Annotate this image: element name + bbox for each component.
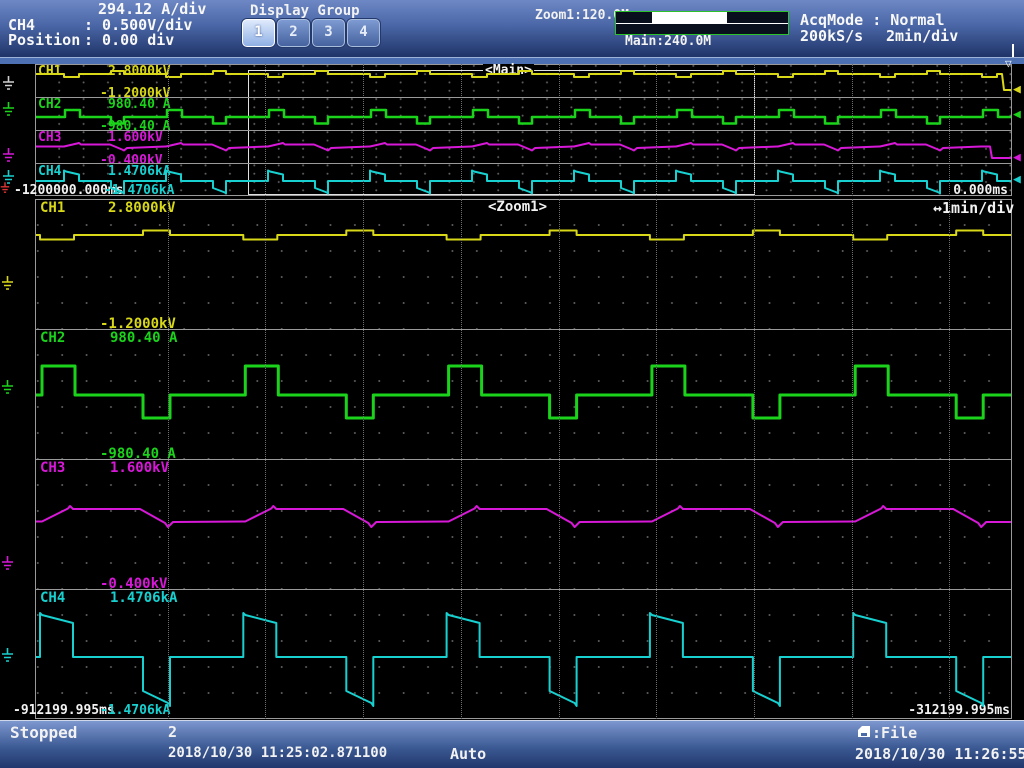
zoom-window-title: <Zoom1>: [486, 200, 549, 214]
zoom-ch1-label: CH1: [40, 201, 65, 215]
zoom-timebase-label: ↔1min/div: [933, 199, 1014, 217]
main-time-right: 0.000ms: [953, 184, 1008, 197]
main-ch2-top-value: 980.40 A: [108, 98, 171, 111]
file-label[interactable]: :File: [872, 724, 917, 742]
ch3-position-marker-icon[interactable]: ◀: [1013, 151, 1021, 164]
zoom-ch1-ground-icon: [1, 276, 14, 291]
file-datetime: 2018/10/30 11:26:55: [855, 745, 1024, 763]
zoom-bar-midline: [616, 23, 788, 24]
zoom-ch1-top-value: 2.8000kV: [108, 201, 175, 215]
zoom-region-segment[interactable]: [652, 12, 727, 23]
zoom-ch2-label: CH2: [40, 331, 65, 345]
ch2-trigger-ground-icon: [2, 102, 15, 117]
zoom-ch4-ground-icon: [1, 648, 14, 663]
ch4-position-marker-icon[interactable]: ◀: [1013, 173, 1021, 186]
zoom-ch3-label: CH3: [40, 461, 65, 475]
file-icon[interactable]: [857, 725, 871, 738]
ch1-position-marker-icon[interactable]: ◀: [1013, 83, 1021, 96]
vertical-scale-readout: 294.12 A/div: [98, 2, 206, 17]
position-label: Position: [8, 33, 80, 48]
trigger-marker-icon: ▽: [1005, 57, 1012, 70]
main-channel-divider: [36, 97, 1011, 98]
main-ch4-bottom-value: -1.4706kA: [104, 184, 174, 197]
main-window-title: <Main>: [483, 64, 534, 77]
display-group-button-1[interactable]: 1: [242, 19, 275, 47]
zoom-channel-divider: [36, 329, 1011, 330]
main-channel-divider: [36, 163, 1011, 164]
oscilloscope-screen: 294.12 A/div CH4 : 0.500V/div Position :…: [0, 0, 1024, 768]
acq-mode-readout: AcqMode : Normal: [800, 13, 945, 28]
acquisition-status: Stopped: [10, 723, 77, 742]
display-group-button-4[interactable]: 4: [347, 19, 380, 47]
zoom-channel-divider: [36, 459, 1011, 460]
main-ch3-label: CH3: [38, 131, 61, 144]
main-ch1-top-value: 2.8000kV: [108, 65, 171, 78]
display-group-label: Display Group: [250, 3, 360, 19]
main-ch4-label: CH4: [38, 165, 61, 178]
trigger-count: 2: [168, 723, 177, 741]
sample-rate-readout: 200kS/s: [800, 29, 863, 44]
zoom-ch2-trigger-ground-icon: [1, 380, 14, 395]
display-group-button-2[interactable]: 2: [277, 19, 310, 47]
acquisition-datetime: 2018/10/30 11:25:02.871100: [168, 745, 387, 761]
main-ch1-label: CH1: [38, 65, 61, 78]
display-group-button-3[interactable]: 3: [312, 19, 345, 47]
position-value: : 0.00 div: [84, 33, 174, 48]
zoom-ch3-ground-icon: [1, 556, 14, 571]
main-record-label: Main:240.0M: [625, 36, 711, 48]
trigger-mode: Auto: [450, 745, 486, 763]
ch3-ground-icon: [2, 148, 15, 163]
main-ch3-top-value: 1.600kV: [108, 131, 163, 144]
timebase-readout: 2min/div: [886, 29, 958, 44]
main-ch2-label: CH2: [38, 98, 61, 111]
zoom-ch4-label: CH4: [40, 591, 65, 605]
ch4-trigger-level-icon: [0, 182, 10, 194]
zoom-region-box[interactable]: [248, 70, 755, 195]
zoom-channel-divider: [36, 589, 1011, 590]
zoom-ch3-top-value: 1.600kV: [110, 461, 169, 475]
ch1-ground-icon: [2, 76, 15, 91]
main-channel-divider: [36, 130, 1011, 131]
zoom-time-right: -312199.995ms: [908, 704, 1010, 717]
trigger-position-tick: [1012, 44, 1014, 57]
main-ch4-top-value: 1.4706kA: [108, 165, 171, 178]
zoom-ch4-bottom-value: -1.4706kA: [100, 704, 170, 717]
ch2-position-marker-icon[interactable]: ◀: [1013, 108, 1021, 121]
zoom-position-bar[interactable]: [615, 11, 789, 35]
